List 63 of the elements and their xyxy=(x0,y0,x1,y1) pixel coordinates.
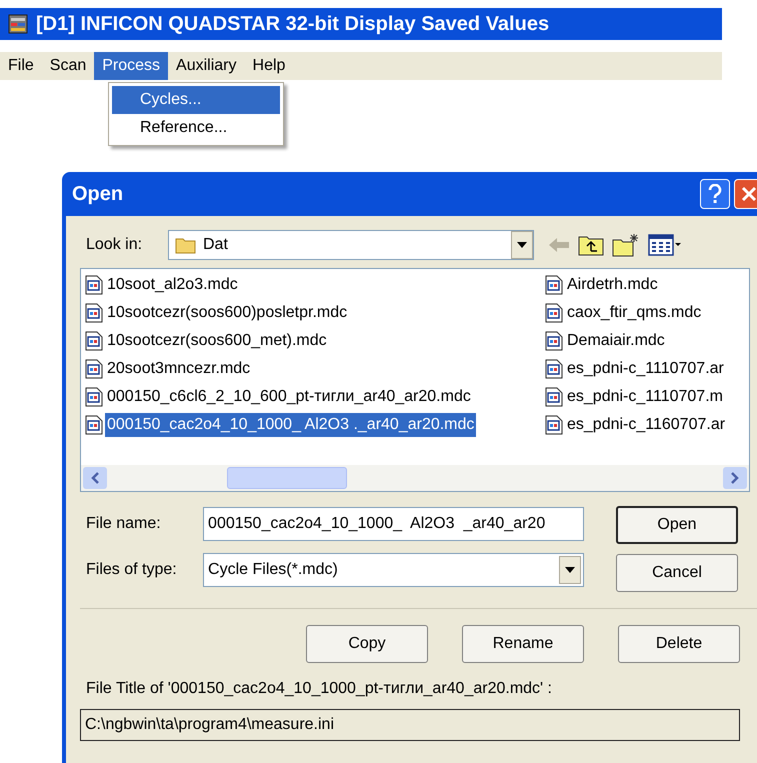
file-icon xyxy=(85,415,103,435)
help-button[interactable] xyxy=(700,179,730,209)
file-title-field: C:\ngbwin\ta\program4\measure.ini xyxy=(80,709,740,741)
scroll-left-button[interactable] xyxy=(83,467,107,489)
look-in-dropdown[interactable]: Dat xyxy=(168,230,534,260)
horizontal-scrollbar[interactable] xyxy=(81,465,749,491)
dialog-button[interactable]: Cancel xyxy=(616,554,738,592)
file-icon xyxy=(545,359,563,379)
file-icon xyxy=(545,275,563,295)
list-entry[interactable]: 10soot_al2o3.mdc xyxy=(105,273,240,297)
menu-item[interactable]: Scan xyxy=(42,52,94,80)
new-folder-icon[interactable] xyxy=(612,233,640,257)
file-icon xyxy=(85,331,103,351)
list-entry[interactable]: es_pdni-c_1110707.ar xyxy=(565,357,726,381)
menu-item[interactable]: Help xyxy=(244,52,294,80)
list-entry[interactable]: 10sootcezr(soos600_met).mdc xyxy=(105,329,329,353)
list-entry[interactable]: 10sootcezr(soos600)posletpr.mdc xyxy=(105,301,350,325)
dialog-title: Open xyxy=(72,182,124,207)
window-title: [D1] INFICON QUADSTAR 32-bit Display Saved Values xyxy=(36,12,550,37)
dialog-button[interactable]: Rename xyxy=(462,625,584,663)
close-button[interactable] xyxy=(734,179,757,209)
dialog-button[interactable]: Copy xyxy=(306,625,428,663)
dropdown-item[interactable]: Cycles... xyxy=(112,86,280,114)
list-entry[interactable]: caox_ftir_qms.mdc xyxy=(565,301,704,325)
file-icon xyxy=(545,415,563,435)
right-chevron-icon xyxy=(731,472,739,484)
file-icon xyxy=(545,387,563,407)
list-entry[interactable]: Demaiair.mdc xyxy=(565,329,667,353)
file-icon xyxy=(85,275,103,295)
look-in-label: Look in: xyxy=(85,235,144,255)
file-name-label: File name: xyxy=(85,514,162,534)
scroll-thumb[interactable] xyxy=(227,467,347,489)
dropdown-item[interactable]: Reference... xyxy=(112,114,280,142)
list-entry[interactable]: Airdetrh.mdc xyxy=(565,273,660,297)
menu-item[interactable]: Process xyxy=(94,52,168,80)
file-title-label: File Title of '000150_cac2o4_10_1000_pt-тигли_ar40_ar20.mdc' : xyxy=(85,679,553,699)
app-icon xyxy=(8,14,28,34)
file-type-label: Files of type: xyxy=(85,560,178,580)
file-type-value: Cycle Files(*.mdc) xyxy=(208,560,339,580)
up-folder-icon[interactable] xyxy=(578,234,604,256)
look-in-value: Dat xyxy=(203,235,229,255)
file-icon xyxy=(545,331,563,351)
list-entry[interactable]: 20soot3mncezr.mdc xyxy=(105,357,252,381)
file-name-field[interactable]: 000150_cac2o4_10_1000_ Al2O3 _ar40_ar20 xyxy=(203,507,584,541)
list-entry[interactable]: 000150_cac2o4_10_1000_ Al2O3 ._ar40_ar20.mdc xyxy=(105,413,476,437)
file-icon xyxy=(85,359,103,379)
menu-item[interactable]: File xyxy=(0,52,42,80)
file-icon xyxy=(85,303,103,323)
close-icon xyxy=(741,186,757,202)
file-type-dropdown[interactable]: Cycle Files(*.mdc) xyxy=(203,553,584,587)
file-icon xyxy=(545,303,563,323)
view-menu-icon[interactable] xyxy=(648,234,682,256)
left-chevron-icon xyxy=(91,472,99,484)
dialog-button[interactable]: Delete xyxy=(618,625,740,663)
list-entry[interactable]: 000150_c6cl6_2_10_600_pt-тигли_ar40_ar20.mdc xyxy=(105,385,473,409)
help-icon xyxy=(708,184,722,204)
list-entry[interactable]: es_pdni-c_1110707.m xyxy=(565,385,725,409)
file-icon xyxy=(85,387,103,407)
dialog-button[interactable]: Open xyxy=(616,506,738,544)
scroll-right-button[interactable] xyxy=(723,467,747,489)
list-entry[interactable]: es_pdni-c_1160707.ar xyxy=(565,413,728,437)
menu-item[interactable]: Auxiliary xyxy=(168,52,245,80)
folder-icon xyxy=(175,236,197,254)
